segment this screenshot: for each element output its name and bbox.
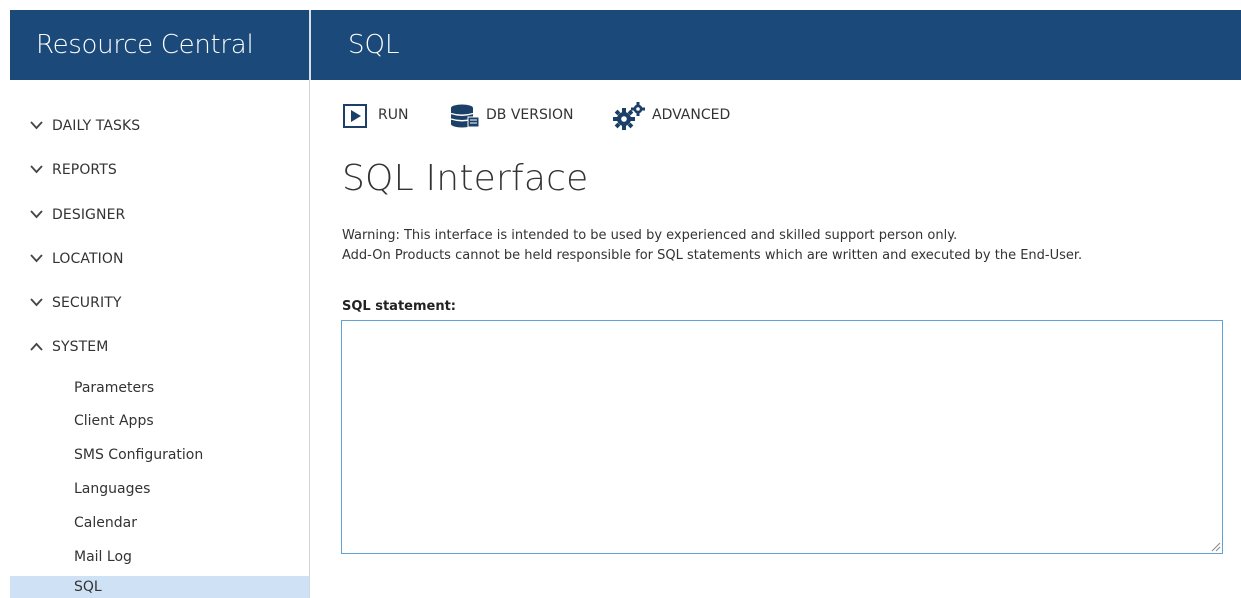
sql-statement-label: SQL statement: bbox=[342, 299, 457, 314]
app-header: Resource Central SQL bbox=[10, 10, 1241, 80]
app-window: Resource Central SQL DAILY TASKS REPORTS… bbox=[10, 10, 1241, 598]
nav-section-location[interactable]: LOCATION bbox=[10, 245, 309, 275]
database-icon bbox=[450, 104, 480, 128]
gears-icon bbox=[613, 102, 645, 130]
sidebar-item-label: Languages bbox=[74, 481, 151, 497]
sql-statement-input[interactable] bbox=[341, 320, 1223, 554]
chevron-down-icon bbox=[30, 254, 43, 263]
nav-section-security[interactable]: SECURITY bbox=[10, 289, 309, 319]
nav-section-system[interactable]: SYSTEM bbox=[10, 333, 309, 363]
header-divider bbox=[309, 10, 311, 80]
sidebar-item-label: SQL bbox=[74, 579, 102, 595]
chevron-up-icon bbox=[30, 342, 43, 351]
run-label: RUN bbox=[378, 107, 409, 123]
chevron-down-icon bbox=[30, 165, 43, 174]
sidebar-item-client-apps[interactable]: Client Apps bbox=[10, 408, 309, 436]
nav-section-label: SECURITY bbox=[52, 295, 122, 311]
sidebar-item-label: Calendar bbox=[74, 515, 137, 531]
sidebar-item-languages[interactable]: Languages bbox=[10, 476, 309, 504]
sidebar-item-calendar[interactable]: Calendar bbox=[10, 510, 309, 538]
warning-text-line-1: Warning: This interface is intended to b… bbox=[342, 228, 958, 243]
nav-section-label: DAILY TASKS bbox=[52, 118, 141, 134]
sidebar-item-parameters[interactable]: Parameters bbox=[10, 375, 309, 403]
resize-handle-icon[interactable] bbox=[1209, 540, 1221, 552]
brand-title[interactable]: Resource Central bbox=[10, 10, 309, 80]
advanced-label: ADVANCED bbox=[652, 107, 731, 123]
sidebar-item-sms-configuration[interactable]: SMS Configuration bbox=[10, 442, 309, 470]
sidebar-item-label: SMS Configuration bbox=[74, 447, 204, 463]
sidebar-item-mail-log[interactable]: Mail Log bbox=[10, 544, 309, 572]
chevron-down-icon bbox=[30, 298, 43, 307]
sidebar-item-label: Parameters bbox=[74, 380, 155, 396]
db-version-button[interactable]: DB VERSION bbox=[450, 104, 585, 132]
sidebar-item-label: Mail Log bbox=[74, 549, 132, 565]
nav-section-label: LOCATION bbox=[52, 251, 124, 267]
nav-section-daily-tasks[interactable]: DAILY TASKS bbox=[10, 112, 309, 142]
sidebar-item-sql[interactable]: SQL bbox=[10, 576, 309, 598]
nav-section-label: DESIGNER bbox=[52, 207, 126, 223]
nav-section-label: SYSTEM bbox=[52, 339, 109, 355]
nav-section-reports[interactable]: REPORTS bbox=[10, 156, 309, 186]
db-version-label: DB VERSION bbox=[486, 107, 574, 123]
chevron-down-icon bbox=[30, 121, 43, 130]
nav-section-label: REPORTS bbox=[52, 162, 117, 178]
sidebar: DAILY TASKS REPORTS DESIGNER LOCATION SE… bbox=[10, 80, 310, 598]
run-button[interactable]: RUN bbox=[343, 104, 419, 132]
nav-section-designer[interactable]: DESIGNER bbox=[10, 201, 309, 231]
warning-text-line-2: Add-On Products cannot be held responsib… bbox=[342, 248, 1083, 263]
page-heading: SQL bbox=[348, 30, 400, 60]
sidebar-item-label: Client Apps bbox=[74, 413, 154, 429]
chevron-down-icon bbox=[30, 210, 43, 219]
play-icon bbox=[343, 104, 367, 128]
page-title: SQL Interface bbox=[342, 158, 589, 199]
advanced-button[interactable]: ADVANCED bbox=[613, 102, 743, 132]
